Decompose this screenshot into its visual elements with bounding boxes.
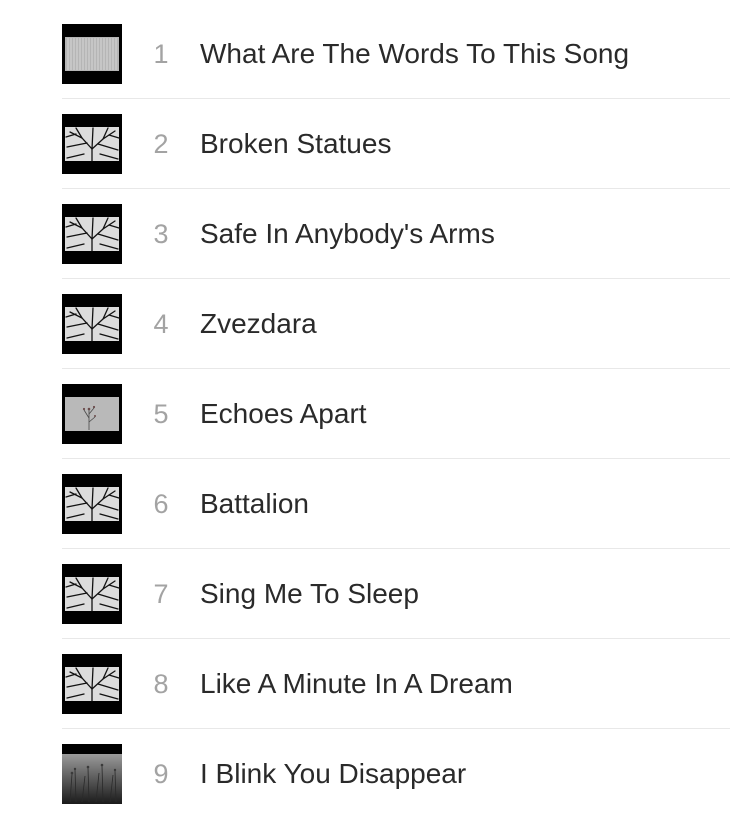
track-title: Battalion xyxy=(200,488,309,519)
track-row[interactable]: 1 What Are The Words To This Song xyxy=(62,9,730,99)
track-title: Echoes Apart xyxy=(200,398,367,429)
track-row[interactable]: 8 Like A Minute In A Dream xyxy=(62,639,730,729)
tree-branches-artwork-icon xyxy=(62,564,122,624)
track-number: 4 xyxy=(153,309,169,339)
rain-artwork-icon xyxy=(62,24,122,84)
flower-sprig-artwork-icon xyxy=(62,384,122,444)
tree-branches-artwork-icon xyxy=(62,294,122,354)
track-row[interactable]: 6 Battalion xyxy=(62,459,730,549)
track-row[interactable]: 3 Safe In Anybody's Arms xyxy=(62,189,730,279)
track-row[interactable]: 5 Echoes Apart xyxy=(62,369,730,459)
grass-artwork-icon xyxy=(62,744,122,804)
track-title: Zvezdara xyxy=(200,308,317,339)
track-title: What Are The Words To This Song xyxy=(200,38,630,69)
tree-branches-artwork-icon xyxy=(62,474,122,534)
track-title: Broken Statues xyxy=(200,128,392,159)
tree-branches-artwork-icon xyxy=(62,114,122,174)
track-number: 3 xyxy=(153,219,169,249)
track-number: 8 xyxy=(153,669,169,699)
track-title: Like A Minute In A Dream xyxy=(200,668,513,699)
track-number: 7 xyxy=(153,579,169,609)
track-row[interactable]: 7 Sing Me To Sleep xyxy=(62,549,730,639)
track-title: Safe In Anybody's Arms xyxy=(200,218,495,249)
track-list: 1 What Are The Words To This Song 2 Brok… xyxy=(62,9,730,819)
track-number: 6 xyxy=(153,489,169,519)
track-number: 5 xyxy=(153,399,169,429)
track-number: 2 xyxy=(153,129,169,159)
tree-branches-artwork-icon xyxy=(62,204,122,264)
track-title: Sing Me To Sleep xyxy=(200,578,419,609)
track-row[interactable]: 4 Zvezdara xyxy=(62,279,730,369)
track-row[interactable]: 2 Broken Statues xyxy=(62,99,730,189)
tree-branches-artwork-icon xyxy=(62,654,122,714)
track-number: 1 xyxy=(153,39,169,69)
